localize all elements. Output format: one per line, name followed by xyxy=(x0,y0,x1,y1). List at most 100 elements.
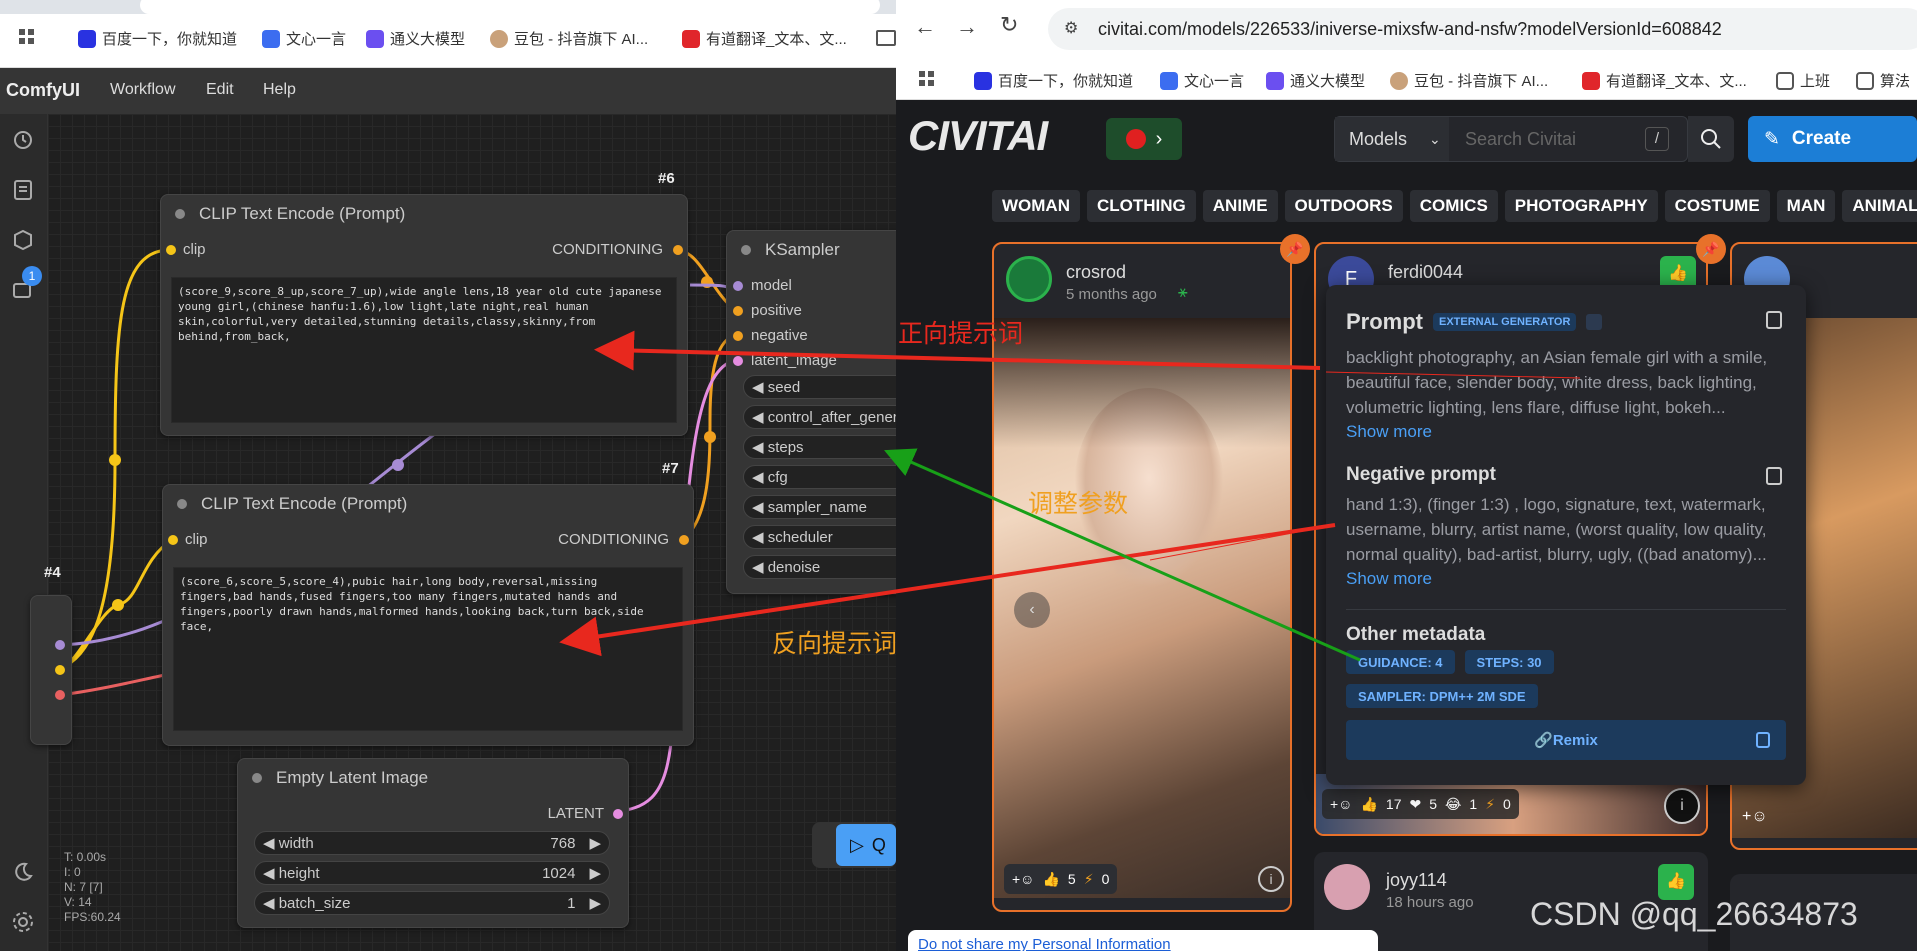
tag-outdoors[interactable]: OUTDOORS xyxy=(1284,190,1403,222)
decrement-arrow-icon[interactable]: ◀ xyxy=(752,528,768,546)
tag-clothing[interactable]: CLOTHING xyxy=(1086,190,1196,222)
copy-icon[interactable] xyxy=(1766,467,1782,485)
bookmark-baidu[interactable]: 百度一下，你就知道 xyxy=(974,70,1133,91)
tag-man[interactable]: MAN xyxy=(1776,190,1836,222)
model-input-socket[interactable] xyxy=(733,281,743,291)
create-button[interactable]: ✎ Create xyxy=(1748,116,1917,162)
add-reaction-icon[interactable]: +☺ xyxy=(1742,808,1768,826)
avatar[interactable] xyxy=(1324,864,1370,910)
site-info-icon[interactable]: ⚙ xyxy=(1064,18,1078,38)
bolt-icon[interactable]: ⚡ xyxy=(1084,871,1094,888)
seed-widget[interactable]: ◀ seed xyxy=(743,375,896,399)
positive-prompt-textarea[interactable]: (score_9,score_8_up,score_7_up),wide ang… xyxy=(171,277,677,423)
info-icon[interactable]: i xyxy=(1258,866,1284,892)
negative-prompt-textarea[interactable]: (score_6,score_5,score_4),pubic hair,lon… xyxy=(173,567,683,731)
height-widget[interactable]: ◀ height 1024 ▶ xyxy=(254,861,610,885)
clip-text-encode-negative-node[interactable]: CLIP Text Encode (Prompt) clip CONDITION… xyxy=(162,484,694,746)
collapse-dot[interactable] xyxy=(741,245,751,255)
avatar[interactable] xyxy=(1006,256,1052,302)
search-input[interactable]: Search Civitai xyxy=(1465,129,1576,150)
apps-grid-icon[interactable] xyxy=(918,70,936,88)
like-thumb-icon[interactable]: 👍 xyxy=(1658,864,1694,900)
thumbs-up-icon[interactable]: 👍 xyxy=(1042,871,1059,888)
decrement-arrow-icon[interactable]: ◀ xyxy=(263,834,279,852)
tag-woman[interactable]: WOMAN xyxy=(992,190,1080,222)
cfg-widget[interactable]: ◀ cfg xyxy=(743,465,896,489)
share-network-icon[interactable]: ⚹ xyxy=(1178,284,1188,302)
copy-icon[interactable] xyxy=(1756,732,1770,748)
laugh-icon[interactable]: 😂 xyxy=(1445,796,1461,813)
control-after-generate-widget[interactable]: ◀ control_after_gener xyxy=(743,405,896,429)
privacy-link[interactable]: Do not share my Personal Information xyxy=(908,930,1378,951)
batch-size-widget[interactable]: ◀ batch_size 1 ▶ xyxy=(254,891,610,915)
decrement-arrow-icon[interactable]: ◀ xyxy=(752,468,768,486)
decrement-arrow-icon[interactable]: ◀ xyxy=(752,438,768,456)
bookmark-folder-algo[interactable]: 算法 xyxy=(1856,70,1910,91)
tag-photography[interactable]: PHOTOGRAPHY xyxy=(1504,190,1658,222)
collapse-dot[interactable] xyxy=(252,773,262,783)
thumbs-up-icon[interactable]: 👍 xyxy=(1360,796,1377,813)
negative-input-socket[interactable] xyxy=(733,331,743,341)
empty-latent-image-node[interactable]: Empty Latent Image LATENT ◀ width 768 ▶ ◀ … xyxy=(237,758,629,928)
bolt-icon[interactable]: ⚡ xyxy=(1485,796,1495,813)
scheduler-widget[interactable]: ◀ scheduler xyxy=(743,525,896,549)
increment-arrow-icon[interactable]: ▶ xyxy=(589,834,601,852)
reload-icon[interactable]: ↻ xyxy=(1000,12,1018,38)
load-checkpoint-node[interactable] xyxy=(30,595,72,745)
conditioning-output-socket[interactable] xyxy=(679,535,689,545)
tag-animal[interactable]: ANIMAL xyxy=(1842,190,1917,222)
decrement-arrow-icon[interactable]: ◀ xyxy=(263,894,279,912)
bookmark-youdao[interactable]: 有道翻译_文本、文... xyxy=(1582,70,1747,91)
decrement-arrow-icon[interactable]: ◀ xyxy=(752,408,768,426)
image-card-crosrod[interactable]: crosrod 5 months ago ⚹ ‹ +☺ 👍 5 ⚡ 0 i xyxy=(992,242,1292,912)
clip-socket[interactable] xyxy=(55,665,65,675)
width-widget[interactable]: ◀ width 768 ▶ xyxy=(254,831,610,855)
increment-arrow-icon[interactable]: ▶ xyxy=(589,864,601,882)
clip-text-encode-positive-node[interactable]: CLIP Text Encode (Prompt) clip CONDITION… xyxy=(160,194,688,436)
add-reaction-icon[interactable]: +☺ xyxy=(1012,871,1034,887)
steps-widget[interactable]: ◀ steps xyxy=(743,435,896,459)
increment-arrow-icon[interactable]: ▶ xyxy=(589,894,601,912)
show-more-prompt-link[interactable]: Show more xyxy=(1346,422,1786,442)
show-more-negative-link[interactable]: Show more xyxy=(1346,569,1786,589)
ksampler-node[interactable]: KSampler model positive negative latent_… xyxy=(726,230,896,594)
decrement-arrow-icon[interactable]: ◀ xyxy=(752,558,768,576)
tag-comics[interactable]: COMICS xyxy=(1409,190,1498,222)
latent-input-socket[interactable] xyxy=(733,356,743,366)
clip-input-socket[interactable] xyxy=(168,535,178,545)
bookmark-tongyi[interactable]: 通义大模型 xyxy=(1266,70,1365,91)
clip-input-socket[interactable] xyxy=(166,245,176,255)
search-button[interactable] xyxy=(1688,116,1734,162)
collapse-dot[interactable] xyxy=(177,499,187,509)
username[interactable]: joyy114 xyxy=(1386,870,1447,891)
vae-socket[interactable] xyxy=(55,690,65,700)
region-switch-button[interactable]: › xyxy=(1106,118,1182,160)
info-icon[interactable]: i xyxy=(1664,788,1700,824)
sampler-name-widget[interactable]: ◀ sampler_name xyxy=(743,495,896,519)
bookmark-doubao[interactable]: 豆包 - 抖音旗下 AI... xyxy=(1390,70,1548,91)
add-reaction-icon[interactable]: +☺ xyxy=(1330,796,1352,812)
back-arrow-icon[interactable]: ← xyxy=(914,14,936,40)
forward-arrow-icon[interactable]: → xyxy=(956,14,978,40)
copy-icon[interactable] xyxy=(1766,311,1782,329)
decrement-arrow-icon[interactable]: ◀ xyxy=(752,378,768,396)
prev-image-arrow-icon[interactable]: ‹ xyxy=(1014,592,1050,628)
bookmark-folder-work[interactable]: 上班 xyxy=(1776,70,1830,91)
denoise-widget[interactable]: ◀ denoise xyxy=(743,555,896,579)
tag-costume[interactable]: COSTUME xyxy=(1664,190,1770,222)
username[interactable]: ferdi0044 xyxy=(1388,262,1463,283)
heart-icon[interactable]: ❤ xyxy=(1410,796,1422,813)
bookmark-wenxin[interactable]: 文心一言 xyxy=(1160,70,1244,91)
collapse-dot[interactable] xyxy=(175,209,185,219)
remix-button[interactable]: 🔗 Remix xyxy=(1346,720,1786,760)
positive-input-socket[interactable] xyxy=(733,306,743,316)
conditioning-output-socket[interactable] xyxy=(673,245,683,255)
model-socket[interactable] xyxy=(55,640,65,650)
decrement-arrow-icon[interactable]: ◀ xyxy=(263,864,279,882)
decrement-arrow-icon[interactable]: ◀ xyxy=(752,498,768,516)
address-bar[interactable]: civitai.com/models/226533/iniverse-mixsf… xyxy=(1048,8,1917,50)
username[interactable]: crosrod xyxy=(1066,262,1126,283)
search-scope-select[interactable]: Models ⌄ xyxy=(1335,117,1449,161)
tag-anime[interactable]: ANIME xyxy=(1202,190,1278,222)
latent-output-socket[interactable] xyxy=(613,809,623,819)
